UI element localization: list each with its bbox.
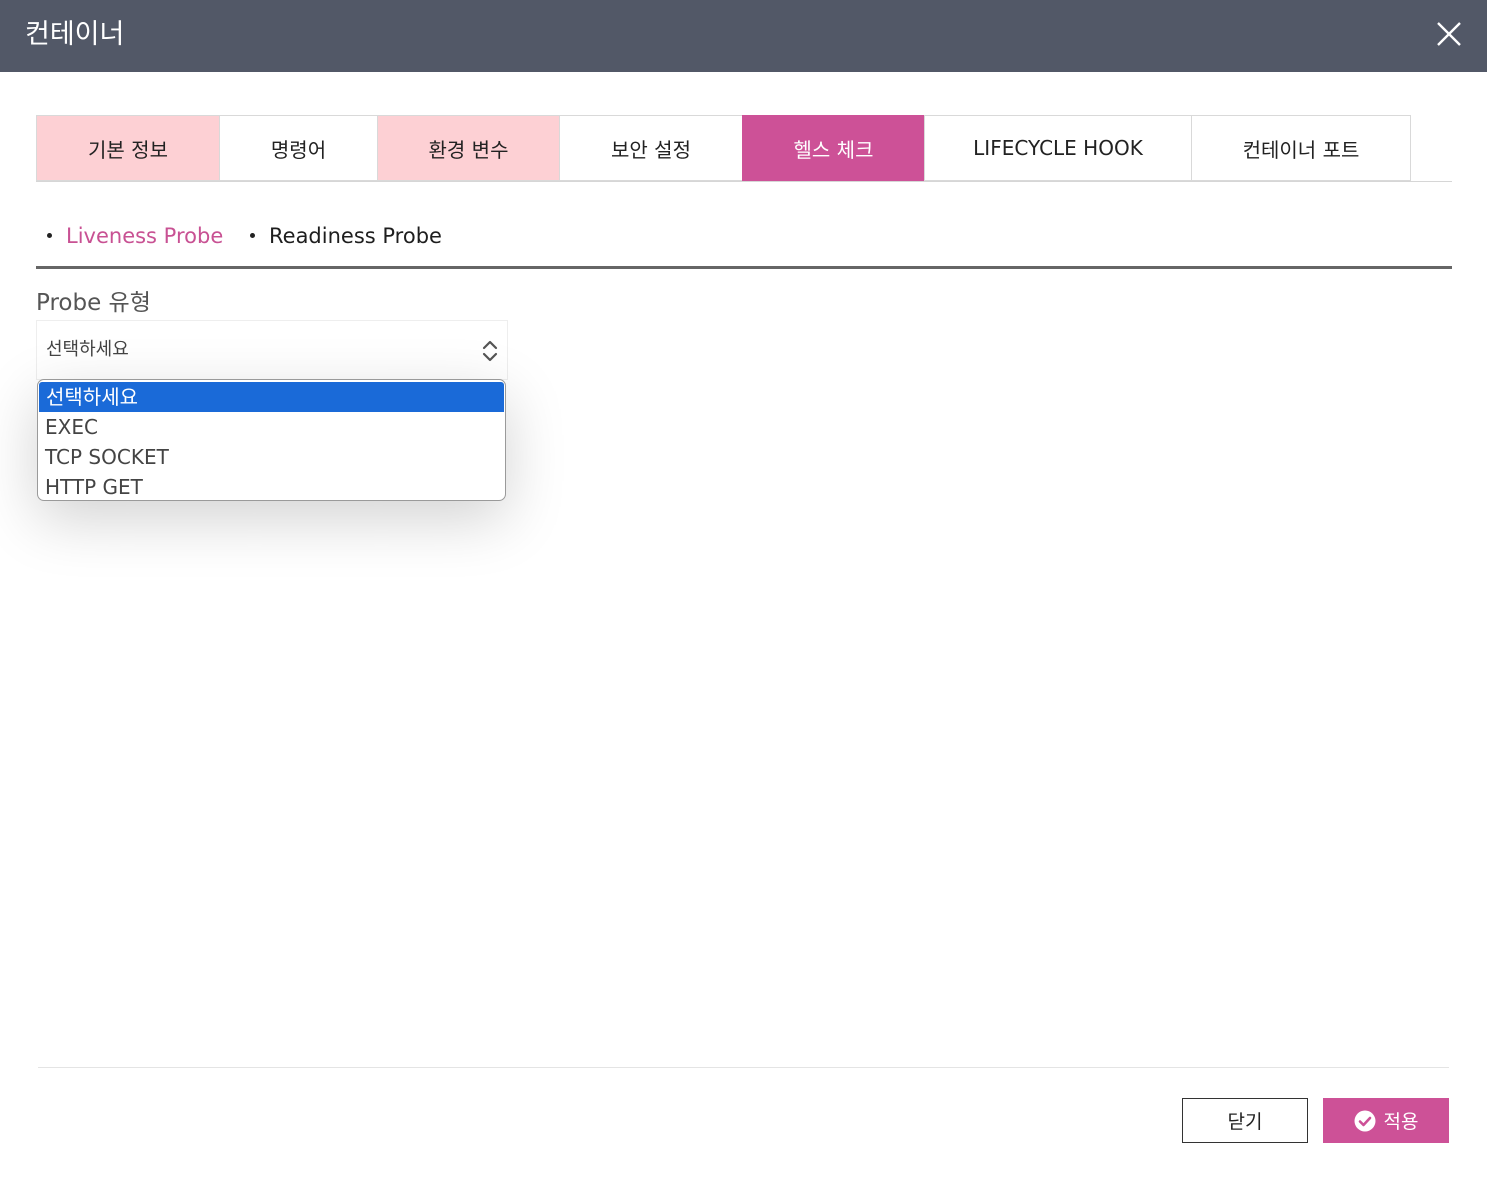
probe-type-value: 선택하세요 xyxy=(46,339,129,360)
subtab-label: Readiness Probe xyxy=(269,224,442,248)
close-icon[interactable] xyxy=(1434,19,1464,49)
option-tcp-socket[interactable]: TCP SOCKET xyxy=(38,442,505,472)
footer-divider xyxy=(38,1067,1449,1068)
option-exec[interactable]: EXEC xyxy=(38,412,505,442)
dialog-title: 컨테이너 xyxy=(25,19,125,50)
tab-label: 기본 정보 xyxy=(88,137,168,162)
tab-container-port[interactable]: 컨테이너 포트 xyxy=(1191,115,1411,181)
tab-command[interactable]: 명령어 xyxy=(219,115,377,181)
option-select-prompt[interactable]: 선택하세요 xyxy=(39,382,504,412)
bullet-icon xyxy=(250,233,255,238)
close-button[interactable]: 닫기 xyxy=(1182,1098,1308,1143)
chevron-up-down-icon xyxy=(481,339,499,363)
apply-button-label: 적용 xyxy=(1383,1111,1419,1133)
option-http-get[interactable]: HTTP GET xyxy=(38,472,505,500)
tab-label: 보안 설정 xyxy=(611,137,691,162)
subtab-readiness-probe[interactable]: Readiness Probe xyxy=(250,218,442,254)
probe-subtabs: Liveness Probe Readiness Probe xyxy=(36,218,1452,269)
probe-type-dropdown: 선택하세요 EXEC TCP SOCKET HTTP GET xyxy=(37,379,506,501)
apply-button[interactable]: 적용 xyxy=(1323,1098,1449,1143)
dialog-header: 컨테이너 xyxy=(0,0,1487,72)
probe-type-label: Probe 유형 xyxy=(36,290,151,316)
tab-lifecycle-hook[interactable]: LIFECYCLE HOOK xyxy=(924,115,1191,181)
tab-label: 환경 변수 xyxy=(428,137,509,162)
tab-label: 명령어 xyxy=(270,137,327,162)
tab-label: LIFECYCLE HOOK xyxy=(973,136,1143,160)
tab-label: 헬스 체크 xyxy=(793,137,874,162)
subtab-liveness-probe[interactable]: Liveness Probe xyxy=(47,218,223,254)
bullet-icon xyxy=(47,233,52,238)
close-button-label: 닫기 xyxy=(1227,1111,1263,1133)
subtab-label: Liveness Probe xyxy=(66,224,224,248)
tab-security[interactable]: 보안 설정 xyxy=(559,115,742,181)
probe-type-select[interactable]: 선택하세요 xyxy=(36,320,508,380)
tab-health-check[interactable]: 헬스 체크 xyxy=(742,115,924,181)
main-tabs: 기본 정보 명령어 환경 변수 보안 설정 헬스 체크 LIFECYCLE HO… xyxy=(36,115,1452,182)
tab-env-vars[interactable]: 환경 변수 xyxy=(377,115,559,181)
tab-label: 컨테이너 포트 xyxy=(1242,137,1360,162)
tab-basic-info[interactable]: 기본 정보 xyxy=(36,115,219,181)
check-circle-icon xyxy=(1354,1110,1376,1132)
